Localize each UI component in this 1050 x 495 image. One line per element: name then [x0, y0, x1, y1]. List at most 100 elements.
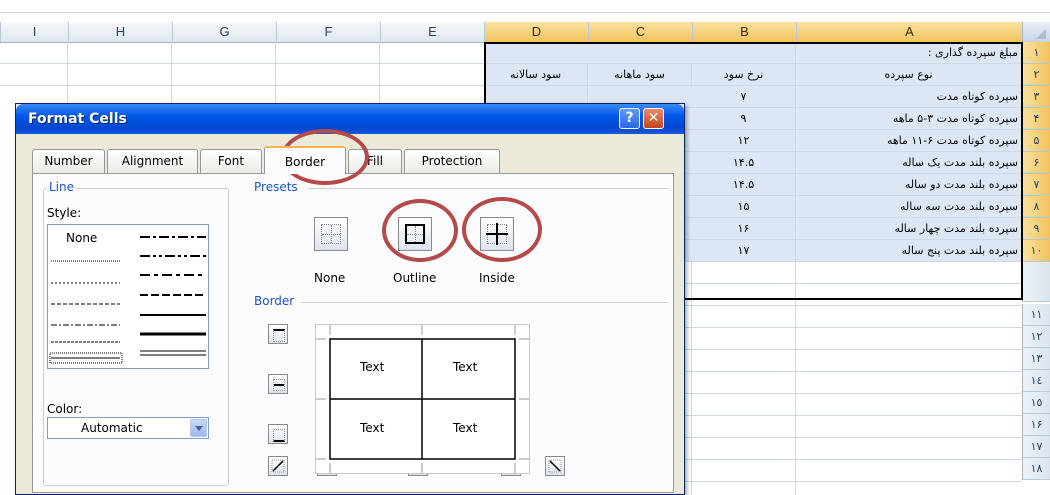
- border-tab-panel: Line Style: None Color: Automatic Preset…: [32, 173, 674, 493]
- preset-inside-label[interactable]: Inside: [479, 271, 515, 285]
- cell-type[interactable]: سپرده بلند مدت پنج ساله: [796, 240, 1022, 262]
- select-all-corner[interactable]: [1022, 22, 1050, 42]
- column-header-a[interactable]: A: [796, 22, 1022, 42]
- column-header-i[interactable]: I: [0, 22, 68, 42]
- format-cells-dialog: Format Cells ? ✕ Number Alignment Font B…: [15, 103, 685, 495]
- cell-header-d[interactable]: سود سالانه: [484, 64, 588, 86]
- cell-type[interactable]: سپرده بلند مدت چهار ساله: [796, 218, 1022, 240]
- row-header[interactable]: ١٠: [1022, 240, 1050, 262]
- preset-none-icon: [321, 224, 341, 244]
- column-header-e[interactable]: E: [380, 22, 484, 42]
- cell-type[interactable]: سپرده کوتاه مدت: [796, 86, 1022, 108]
- border-bottom-button[interactable]: [268, 424, 288, 444]
- row-header[interactable]: ١٣: [1022, 348, 1050, 370]
- tab-protection[interactable]: Protection: [404, 149, 500, 173]
- cell-rate[interactable]: ١٢: [692, 130, 796, 152]
- cell-rate[interactable]: ١٧: [692, 240, 796, 262]
- dialog-titlebar[interactable]: Format Cells ? ✕: [16, 104, 684, 134]
- cell-rate[interactable]: ٩: [692, 108, 796, 130]
- cell-rate[interactable]: ١۴.۵: [692, 152, 796, 174]
- presets-divider: [308, 188, 668, 189]
- cell-type[interactable]: سپرده کوتاه مدت ۶-١١ ماهه: [796, 130, 1022, 152]
- row-header[interactable]: ٨: [1022, 196, 1050, 218]
- preset-outline-button[interactable]: [398, 217, 432, 251]
- row-header[interactable]: ١٢: [1022, 326, 1050, 348]
- cell-rate[interactable]: ١۵: [692, 196, 796, 218]
- tab-fill[interactable]: Fill: [348, 149, 402, 173]
- chevron-down-icon[interactable]: [190, 419, 207, 437]
- row-header[interactable]: ۶: [1022, 152, 1050, 174]
- toolbar-strip: [0, 0, 1050, 22]
- row-header[interactable]: ۵: [1022, 130, 1050, 152]
- cell-header-c[interactable]: سود ماهانه: [588, 64, 692, 86]
- preset-outline-label[interactable]: Outline: [393, 271, 436, 285]
- preset-inside-icon: [486, 223, 508, 245]
- column-header-g[interactable]: G: [172, 22, 276, 42]
- row-header[interactable]: ١٤: [1022, 370, 1050, 392]
- border-diagonal-up-button[interactable]: [268, 456, 288, 476]
- preview-text: Text: [360, 360, 385, 374]
- column-header-d[interactable]: D: [484, 22, 588, 42]
- color-value: Automatic: [81, 421, 143, 435]
- help-button[interactable]: ?: [619, 108, 640, 129]
- cell-type[interactable]: سپرده بلند مدت یک ساله: [796, 152, 1022, 174]
- cell-type[interactable]: سپرده کوتاه مدت ٣-۵ ماهه: [796, 108, 1022, 130]
- preview-text: Text: [453, 360, 478, 374]
- column-header-h[interactable]: H: [68, 22, 172, 42]
- dialog-title: Format Cells: [28, 111, 127, 127]
- column-header-c[interactable]: C: [588, 22, 692, 42]
- diagonal-up-icon: [271, 459, 285, 473]
- row-header[interactable]: ٢: [1022, 64, 1050, 86]
- cell-title[interactable]: مبلغ سپرده گذاری :: [796, 42, 1022, 64]
- cell-header-b[interactable]: نرخ سود: [692, 64, 796, 86]
- border-preview[interactable]: Text Text Text Text: [315, 324, 530, 474]
- preview-grid: [316, 325, 529, 473]
- line-style-list[interactable]: None: [47, 224, 209, 369]
- preset-none-label[interactable]: None: [314, 271, 345, 285]
- cell-rate[interactable]: ١۴.۵: [692, 174, 796, 196]
- presets-group-label: Presets: [252, 180, 300, 194]
- cell-d1-b1[interactable]: [484, 42, 796, 64]
- row-header[interactable]: ١١: [1022, 304, 1050, 326]
- preview-text: Text: [360, 421, 385, 435]
- color-dropdown[interactable]: Automatic: [47, 417, 209, 439]
- preset-inside-button[interactable]: [480, 217, 514, 251]
- diagonal-down-icon: [548, 459, 562, 473]
- border-top-button[interactable]: [268, 324, 288, 344]
- border-divider: [301, 302, 668, 303]
- row-header[interactable]: ٩: [1022, 218, 1050, 240]
- column-headers: I H G F E D C B A: [0, 22, 1050, 43]
- row-header[interactable]: ١۶: [1022, 414, 1050, 436]
- cell-type[interactable]: سپرده بلند مدت دو ساله: [796, 174, 1022, 196]
- tab-number[interactable]: Number: [32, 149, 105, 173]
- row-header[interactable]: ١٧: [1022, 436, 1050, 458]
- tab-font[interactable]: Font: [200, 149, 262, 173]
- row-header[interactable]: ١: [1022, 42, 1050, 64]
- row-header[interactable]: ۴: [1022, 108, 1050, 130]
- cell-rate[interactable]: ١۶: [692, 218, 796, 240]
- preview-text: Text: [453, 421, 478, 435]
- border-group-label: Border: [252, 294, 297, 308]
- close-button[interactable]: ✕: [643, 108, 664, 129]
- column-header-f[interactable]: F: [276, 22, 380, 42]
- line-style-swatches[interactable]: [48, 225, 210, 370]
- border-diagonal-down-button[interactable]: [545, 456, 565, 476]
- style-label: Style:: [47, 206, 82, 220]
- cell-header-a[interactable]: نوع سپرده: [796, 64, 1022, 86]
- empty-cells[interactable]: [685, 262, 1022, 495]
- row-header-filler: [1022, 262, 1050, 302]
- row-header[interactable]: ٧: [1022, 174, 1050, 196]
- empty-cells-left[interactable]: [0, 42, 484, 103]
- line-group-label: Line: [47, 180, 77, 194]
- column-header-b[interactable]: B: [692, 22, 796, 42]
- cell-rate[interactable]: ٧: [692, 86, 796, 108]
- color-label: Color:: [47, 402, 83, 416]
- row-header[interactable]: ١٥: [1022, 392, 1050, 414]
- row-header[interactable]: ١٨: [1022, 458, 1050, 480]
- border-middle-horizontal-button[interactable]: [268, 374, 288, 394]
- tab-border[interactable]: Border: [264, 146, 346, 174]
- tab-alignment[interactable]: Alignment: [107, 149, 198, 173]
- row-header[interactable]: ٣: [1022, 86, 1050, 108]
- preset-none-button[interactable]: [314, 217, 348, 251]
- cell-type[interactable]: سپرده بلند مدت سه ساله: [796, 196, 1022, 218]
